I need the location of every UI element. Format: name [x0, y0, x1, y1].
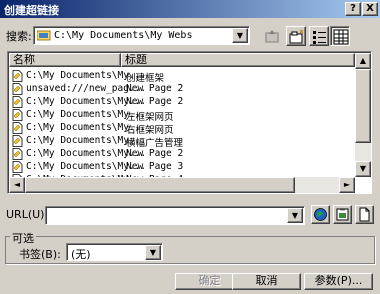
chevron-down-icon[interactable]: ▼ — [287, 208, 303, 223]
html-file-icon — [12, 70, 23, 82]
browse-file-button[interactable] — [333, 205, 352, 224]
chevron-down-icon[interactable]: ▼ — [232, 28, 248, 43]
cancel-button[interactable]: 取消 — [232, 273, 301, 290]
new-folder-icon — [289, 29, 304, 44]
help-button[interactable]: ? — [345, 2, 361, 16]
list-item[interactable]: C:\My Documents\My... 左框架网页 — [10, 108, 350, 123]
globe-icon — [314, 208, 327, 221]
up-folder-button[interactable] — [262, 26, 282, 46]
html-file-icon — [12, 83, 23, 95]
details-view-button[interactable] — [330, 26, 350, 46]
column-header-title[interactable]: 标题 — [121, 53, 355, 67]
scroll-up-button[interactable]: ▲ — [355, 53, 371, 69]
horizontal-scroll-thumb[interactable] — [25, 177, 295, 193]
html-file-icon — [12, 109, 23, 121]
list-view-button[interactable] — [309, 26, 329, 46]
options-group-label: 可选 — [10, 230, 36, 246]
file-link-icon — [336, 208, 349, 221]
search-location-dropdown[interactable]: C:\My Documents\My Webs ▼ — [33, 26, 250, 45]
folder-icon — [37, 30, 51, 41]
dialog-title: 创建超链接 — [4, 4, 59, 17]
file-list[interactable]: 名称 标题 C:\My Documents\My... 创建框架 unsaved:/… — [7, 51, 372, 194]
search-label: 搜索: — [6, 30, 32, 43]
scroll-left-button[interactable]: ◄ — [9, 177, 25, 193]
bookmark-dropdown[interactable]: (无) ▼ — [66, 243, 163, 261]
details-view-icon — [333, 29, 349, 45]
list-item[interactable]: C:\My Documents\My... New Page 3 — [10, 160, 350, 174]
list-item[interactable]: C:\My Documents\My... 右框架网页 — [10, 121, 350, 136]
folder-up-icon — [265, 30, 279, 43]
url-input[interactable]: ▼ — [45, 206, 305, 225]
vertical-scroll-thumb[interactable] — [355, 69, 371, 143]
scroll-down-button[interactable]: ▼ — [355, 161, 371, 177]
html-file-icon — [12, 161, 23, 173]
title-bar: 创建超链接 ? X — [0, 0, 380, 18]
chevron-down-icon[interactable]: ▼ — [145, 245, 161, 260]
url-label: URL(U): — [6, 208, 49, 221]
list-item[interactable]: C:\My Documents\My... New Page 2 — [10, 147, 350, 161]
file-title: New Page 2 — [126, 83, 184, 94]
hyperlink-dialog: { "dialog": { "title": "创建超链接", "help_la… — [0, 0, 380, 294]
file-title: New Page 3 — [126, 161, 184, 172]
close-button[interactable]: X — [362, 2, 378, 16]
list-item[interactable]: C:\My Documents\My... New Page 2 — [10, 95, 350, 109]
column-header-name[interactable]: 名称 — [9, 53, 121, 67]
bookmark-value: (无) — [71, 248, 91, 261]
list-item[interactable]: C:\My Documents\My... 创建框架 — [10, 69, 350, 84]
html-file-icon — [12, 122, 23, 134]
list-item[interactable]: C:\My Documents\My... 横幅广告管理 — [10, 134, 350, 149]
parameters-button[interactable]: 参数(P)... — [304, 273, 373, 290]
html-file-icon — [12, 148, 23, 160]
browse-web-button[interactable] — [311, 205, 330, 224]
list-view-icon — [313, 31, 326, 44]
search-location-value: C:\My Documents\My Webs — [54, 30, 193, 41]
html-file-icon — [12, 96, 23, 108]
new-folder-button[interactable] — [286, 26, 306, 46]
file-title: New Page 2 — [126, 148, 184, 159]
new-page-icon — [359, 207, 370, 222]
file-title: New Page 2 — [126, 96, 184, 107]
html-file-icon — [12, 135, 23, 147]
list-item[interactable]: unsaved:///new_pag... New Page 2 — [10, 82, 350, 96]
bookmark-label: 书签(B): — [19, 248, 61, 261]
new-page-button[interactable] — [355, 205, 374, 224]
scroll-right-button[interactable]: ► — [339, 177, 355, 193]
